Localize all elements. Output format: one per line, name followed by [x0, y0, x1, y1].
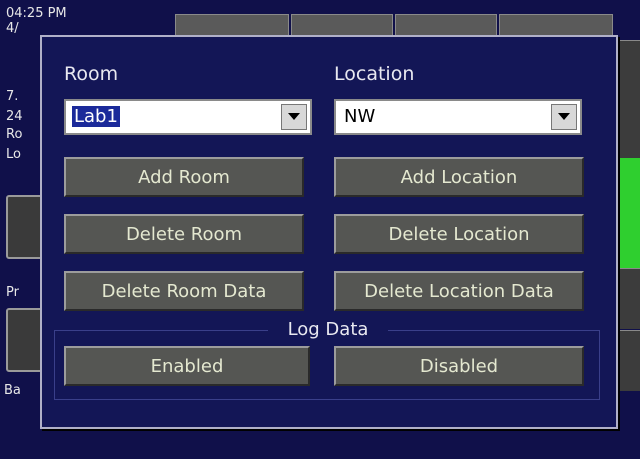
bg-fragment-ba: Ba [4, 383, 21, 398]
bg-fragment-pr: Pr [6, 285, 19, 300]
bg-side-button-1[interactable] [6, 195, 44, 259]
room-label: Room [64, 63, 119, 85]
delete-room-button[interactable]: Delete Room [64, 214, 304, 254]
log-enabled-button[interactable]: Enabled [64, 346, 310, 386]
delete-room-data-button[interactable]: Delete Room Data [64, 271, 304, 311]
log-data-title: Log Data [268, 320, 388, 340]
bg-right-panel-top [618, 40, 640, 159]
delete-location-data-button[interactable]: Delete Location Data [334, 271, 584, 311]
bg-fragment-1: 7. [6, 89, 19, 104]
location-label: Location [334, 63, 415, 85]
chevron-down-icon[interactable] [281, 104, 307, 130]
bg-fragment-3: Ro [6, 127, 23, 142]
add-location-button[interactable]: Add Location [334, 157, 584, 197]
clock-time: 04:25 PM [6, 6, 67, 21]
add-room-button[interactable]: Add Room [64, 157, 304, 197]
log-disabled-button[interactable]: Disabled [334, 346, 584, 386]
location-select-value: NW [344, 106, 376, 127]
chevron-down-icon[interactable] [551, 104, 577, 130]
bg-fragment-4: Lo [6, 147, 21, 162]
bg-right-panel-mid [618, 268, 640, 329]
room-select[interactable]: Lab1 [64, 99, 312, 135]
date-fragment: 4/ [6, 21, 19, 36]
bg-right-panel-bottom [618, 330, 640, 391]
room-location-dialog: Room Location Lab1 NW Add Room Add Locat… [40, 35, 618, 429]
room-select-value: Lab1 [72, 106, 120, 127]
delete-location-button[interactable]: Delete Location [334, 214, 584, 254]
bg-fragment-2: 24 [6, 109, 23, 124]
bg-side-button-2[interactable] [6, 308, 44, 372]
location-select[interactable]: NW [334, 99, 582, 135]
status-green-indicator [618, 158, 640, 268]
